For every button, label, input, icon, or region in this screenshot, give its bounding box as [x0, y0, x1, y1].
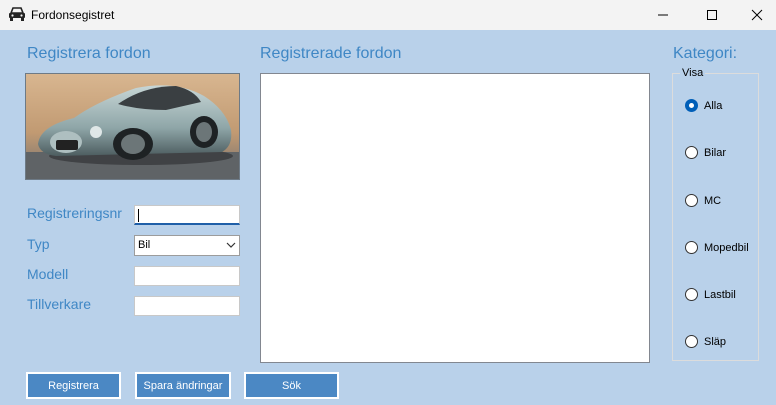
category-groupbox: Visa: [672, 67, 759, 361]
radio-mopedbil[interactable]: Mopedbil: [685, 241, 749, 254]
radio-checked-icon: [685, 99, 698, 112]
title-bar: Fordonsegistret: [0, 0, 776, 30]
tillverkare-label: Tillverkare: [27, 296, 92, 312]
radio-unchecked-icon: [685, 288, 698, 301]
radio-unchecked-icon: [685, 241, 698, 254]
radio-bilar[interactable]: Bilar: [685, 146, 726, 159]
radio-mc[interactable]: MC: [685, 194, 721, 207]
modell-label: Modell: [27, 266, 69, 282]
radio-unchecked-icon: [685, 146, 698, 159]
minimize-button[interactable]: [640, 0, 686, 30]
typ-label: Typ: [27, 236, 50, 252]
radio-label: Alla: [704, 99, 723, 112]
maximize-button[interactable]: [689, 0, 735, 30]
groupbox-legend: Visa: [680, 67, 706, 79]
minimize-icon: [658, 14, 668, 16]
window-client: Registrera fordon Registrerade fordon Ka…: [0, 30, 776, 405]
car-photo-graphic: [26, 74, 239, 179]
text-caret: [138, 209, 139, 222]
typ-selected-value: Bil: [138, 239, 151, 251]
modell-input[interactable]: [134, 266, 240, 286]
tillverkare-input[interactable]: [134, 296, 240, 316]
radio-unchecked-icon: [685, 335, 698, 348]
radio-label: Släp: [704, 335, 727, 348]
register-heading: Registrera fordon: [27, 45, 151, 62]
car-icon: [9, 7, 25, 21]
radio-label: Bilar: [704, 146, 727, 159]
close-icon: [751, 9, 763, 21]
registrera-button[interactable]: Registrera: [26, 372, 121, 399]
radio-lastbil[interactable]: Lastbil: [685, 288, 736, 301]
radio-slap[interactable]: Släp: [685, 335, 726, 348]
radio-label: MC: [704, 194, 722, 207]
chevron-down-icon: [226, 242, 236, 248]
radio-label: Mopedbil: [704, 241, 749, 254]
spara-andringar-button[interactable]: Spara ändringar: [135, 372, 231, 399]
registered-vehicles-list[interactable]: [260, 73, 650, 363]
registered-heading: Registrerade fordon: [260, 45, 402, 62]
radio-unchecked-icon: [685, 194, 698, 207]
category-heading: Kategori:: [673, 45, 738, 62]
radio-alla[interactable]: Alla: [685, 99, 722, 112]
regnr-label: Registreringsnr: [27, 205, 122, 221]
typ-dropdown[interactable]: Bil: [134, 235, 240, 256]
regnr-input[interactable]: [134, 205, 240, 225]
car-photo: [25, 73, 240, 180]
window-title: Fordonsegistret: [31, 8, 115, 22]
radio-label: Lastbil: [704, 288, 736, 301]
close-button[interactable]: [734, 0, 776, 30]
sok-button[interactable]: Sök: [244, 372, 339, 399]
maximize-icon: [707, 10, 717, 20]
